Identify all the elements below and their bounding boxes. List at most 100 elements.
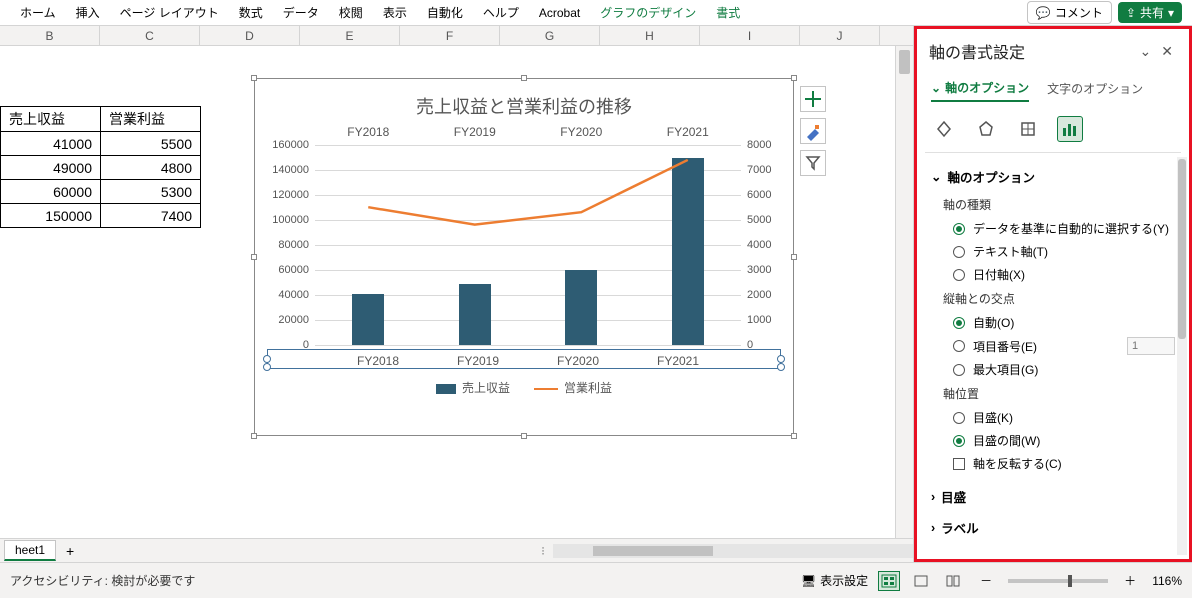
worksheet[interactable]: B C D E F G H I J 売上収益営業利益 410005500 490…: [0, 26, 914, 562]
cell[interactable]: 150000: [1, 204, 101, 228]
chart-elements-button[interactable]: [800, 86, 826, 112]
add-sheet-button[interactable]: +: [56, 543, 84, 559]
effects-icon[interactable]: [973, 116, 999, 142]
zoom-value[interactable]: 116%: [1152, 574, 1182, 588]
zoom-knob[interactable]: [1068, 575, 1072, 587]
opt-auto-select[interactable]: データを基準に自動的に選択する(Y): [931, 217, 1175, 240]
cell[interactable]: 49000: [1, 156, 101, 180]
tab-insert[interactable]: 挿入: [66, 0, 110, 26]
zoom-slider[interactable]: [1008, 579, 1108, 583]
col-I[interactable]: I: [700, 26, 800, 45]
opt-pos-between-tick[interactable]: 目盛の間(W): [931, 429, 1175, 452]
share-button[interactable]: ⇪ 共有 ▾: [1118, 2, 1182, 23]
vertical-scrollbar[interactable]: [895, 46, 913, 538]
zoom-out-button[interactable]: －: [974, 572, 998, 589]
th-revenue[interactable]: 売上収益: [1, 107, 101, 132]
zoom-in-button[interactable]: ＋: [1118, 572, 1142, 589]
tab-acrobat[interactable]: Acrobat: [529, 0, 590, 26]
opt-cross-category-num[interactable]: 項目番号(E): [931, 334, 1175, 358]
sheet-tab[interactable]: heet1: [4, 540, 56, 561]
chart-styles-button[interactable]: [800, 118, 826, 144]
axis-sel-handle[interactable]: [263, 355, 271, 363]
cell[interactable]: 60000: [1, 180, 101, 204]
col-F[interactable]: F: [400, 26, 500, 45]
size-props-icon[interactable]: [1015, 116, 1041, 142]
right-value-axis[interactable]: 800070006000500040003000200010000: [747, 139, 789, 351]
data-table[interactable]: 売上収益営業利益 410005500 490004800 600005300 1…: [0, 106, 201, 228]
tab-review[interactable]: 校閲: [329, 0, 373, 26]
section-tick-marks[interactable]: ›目盛: [931, 475, 1175, 512]
pane-tab-axis-options[interactable]: ⌄軸のオプション: [931, 75, 1029, 102]
scroll-thumb[interactable]: [593, 546, 713, 556]
cell[interactable]: 5300: [101, 180, 201, 204]
col-E[interactable]: E: [300, 26, 400, 45]
chart-title[interactable]: 売上収益と営業利益の推移: [255, 79, 793, 125]
resize-handle[interactable]: [251, 433, 257, 439]
scroll-thumb[interactable]: [1178, 159, 1186, 339]
col-G[interactable]: G: [500, 26, 600, 45]
cell[interactable]: 4800: [101, 156, 201, 180]
cat-label: FY2019: [454, 125, 496, 139]
resize-handle[interactable]: [791, 75, 797, 81]
resize-handle[interactable]: [791, 254, 797, 260]
chart-object[interactable]: 売上収益と営業利益の推移 FY2018 FY2019 FY2020 FY2021…: [254, 78, 794, 436]
resize-handle[interactable]: [521, 75, 527, 81]
tab-view[interactable]: 表示: [373, 0, 417, 26]
tab-automate[interactable]: 自動化: [417, 0, 473, 26]
col-B[interactable]: B: [0, 26, 100, 45]
tab-help[interactable]: ヘルプ: [473, 0, 529, 26]
pane-scrollbar[interactable]: [1177, 157, 1187, 555]
col-H[interactable]: H: [600, 26, 700, 45]
axis-options-icon[interactable]: [1057, 116, 1083, 142]
cell[interactable]: 7400: [101, 204, 201, 228]
section-labels[interactable]: ›ラベル: [931, 512, 1175, 543]
th-profit[interactable]: 営業利益: [101, 107, 201, 132]
pane-collapse-icon[interactable]: ⌄: [1134, 43, 1158, 60]
opt-date-axis[interactable]: 日付軸(X): [931, 263, 1175, 286]
col-J[interactable]: J: [800, 26, 880, 45]
tab-home[interactable]: ホーム: [10, 0, 66, 26]
resize-handle[interactable]: [521, 433, 527, 439]
opt-reverse-axis[interactable]: 軸を反転する(C): [931, 452, 1175, 475]
resize-handle[interactable]: [791, 433, 797, 439]
cell[interactable]: 5500: [101, 132, 201, 156]
horizontal-scrollbar[interactable]: [553, 544, 913, 558]
fill-line-icon[interactable]: [931, 116, 957, 142]
tab-format[interactable]: 書式: [706, 0, 750, 26]
chart-legend[interactable]: 売上収益 営業利益: [255, 369, 793, 396]
comment-button[interactable]: 💬 コメント: [1027, 1, 1112, 24]
opt-pos-on-tick[interactable]: 目盛(K): [931, 406, 1175, 429]
axis-sel-handle[interactable]: [263, 363, 271, 371]
resize-handle[interactable]: [251, 75, 257, 81]
opt-cross-auto[interactable]: 自動(O): [931, 311, 1175, 334]
opt-text-axis[interactable]: テキスト軸(T): [931, 240, 1175, 263]
accessibility-status[interactable]: アクセシビリティ: 検討が必要です: [10, 572, 195, 589]
section-axis-options[interactable]: ⌄軸のオプション: [931, 161, 1175, 192]
left-value-axis[interactable]: 1600001400001200001000008000060000400002…: [259, 139, 309, 351]
col-D[interactable]: D: [200, 26, 300, 45]
axis-sel-handle[interactable]: [777, 363, 785, 371]
tab-scroll-grip[interactable]: ⁝: [533, 544, 553, 558]
axis-sel-handle[interactable]: [777, 355, 785, 363]
cross-number-input[interactable]: [1127, 337, 1175, 355]
tab-pagelayout[interactable]: ページ レイアウト: [110, 0, 229, 26]
chart-filter-button[interactable]: [800, 150, 826, 176]
plot-area[interactable]: 1600001400001200001000008000060000400002…: [315, 145, 741, 345]
pane-close-icon[interactable]: ✕: [1157, 43, 1177, 60]
tab-chart-design[interactable]: グラフのデザイン: [590, 0, 706, 26]
col-C[interactable]: C: [100, 26, 200, 45]
scroll-thumb[interactable]: [899, 50, 910, 74]
pane-tab-text-options[interactable]: 文字のオプション: [1047, 75, 1143, 102]
chart-category-axis-selected[interactable]: FY2018 FY2019 FY2020 FY2021: [267, 349, 781, 369]
view-pagelayout-button[interactable]: [910, 571, 932, 591]
line-series[interactable]: [315, 145, 741, 344]
display-settings[interactable]: 🖥表示設定: [801, 572, 868, 589]
tab-formula[interactable]: 数式: [229, 0, 273, 26]
cell[interactable]: 41000: [1, 132, 101, 156]
resize-handle[interactable]: [251, 254, 257, 260]
view-normal-button[interactable]: [878, 571, 900, 591]
view-pagebreak-button[interactable]: [942, 571, 964, 591]
opt-cross-max[interactable]: 最大項目(G): [931, 358, 1175, 381]
tab-data[interactable]: データ: [273, 0, 329, 26]
chart-secondary-category-axis[interactable]: FY2018 FY2019 FY2020 FY2021: [255, 125, 793, 139]
